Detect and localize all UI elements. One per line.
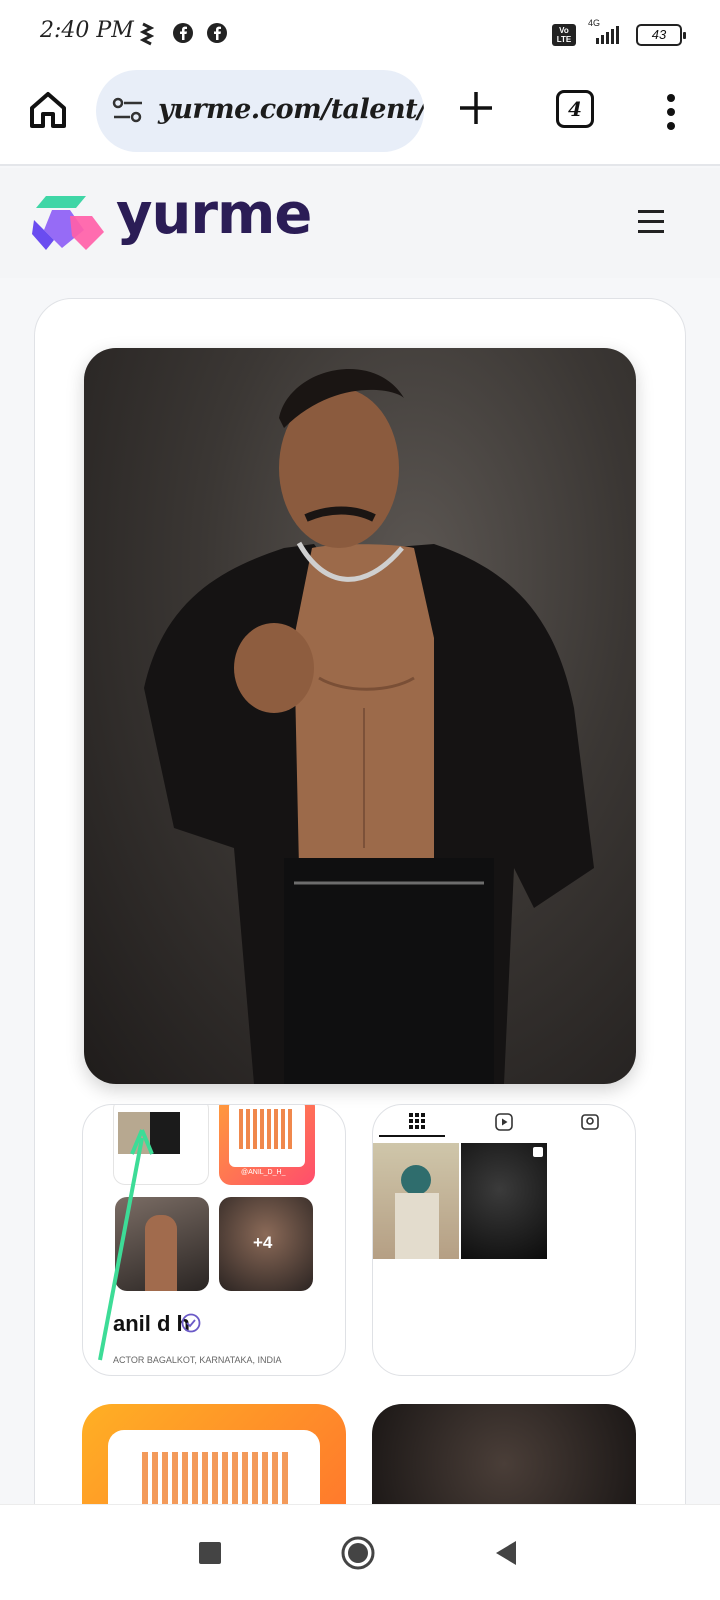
- menu-icon[interactable]: [638, 210, 664, 233]
- facebook-icon: [207, 23, 227, 43]
- tab-switcher-button[interactable]: 4: [556, 90, 594, 128]
- home-icon[interactable]: [26, 88, 70, 132]
- hero-figure: [144, 369, 594, 1084]
- blurred-photo-card[interactable]: [372, 1404, 636, 1504]
- social-feed-card[interactable]: [372, 1104, 636, 1376]
- hero-profile-photo[interactable]: [84, 348, 636, 1084]
- more-photos-count: +4: [253, 1233, 273, 1252]
- back-nav-icon[interactable]: [494, 1539, 518, 1567]
- status-bar: 2:40 PM Vo LTE 4G 43: [0, 0, 720, 66]
- url-text[interactable]: yurme.com/talent/an: [158, 94, 424, 125]
- browser-toolbar: yurme.com/talent/an 4: [0, 66, 720, 166]
- qr-handle-label: @ANIL_D_H_: [241, 1169, 286, 1176]
- more-vert-icon[interactable]: [660, 92, 682, 132]
- volte-badge: Vo LTE: [552, 24, 576, 46]
- annotation-arrow-icon: [98, 1129, 154, 1361]
- site-header: yurme: [0, 168, 720, 278]
- grid-icon[interactable]: [409, 1113, 425, 1129]
- address-bar[interactable]: yurme.com/talent/an: [96, 70, 424, 152]
- feed-photo-1[interactable]: [373, 1143, 459, 1259]
- notification-icon: [140, 22, 154, 46]
- android-nav-bar: [0, 1504, 720, 1600]
- verified-icon: [181, 1313, 201, 1333]
- reels-icon[interactable]: [495, 1113, 513, 1131]
- qr-code-card[interactable]: [82, 1404, 346, 1504]
- signal-icon: [596, 26, 619, 44]
- feed-photo-2[interactable]: [461, 1143, 547, 1259]
- square-nav-icon[interactable]: [198, 1541, 222, 1565]
- facebook-icon: [173, 23, 193, 43]
- plus-icon[interactable]: [456, 88, 496, 128]
- tune-icon[interactable]: [112, 96, 144, 124]
- status-time: 2:40 PM: [40, 18, 134, 43]
- brand-logo-text[interactable]: yurme: [116, 182, 312, 247]
- yurme-logo-icon[interactable]: [32, 190, 106, 254]
- qr-thumb[interactable]: @ANIL_D_H_: [219, 1105, 315, 1185]
- circle-nav-icon[interactable]: [340, 1535, 376, 1571]
- tagged-icon[interactable]: [581, 1113, 599, 1131]
- more-photos-thumb[interactable]: +4: [219, 1197, 313, 1291]
- battery-indicator: 43: [636, 24, 686, 46]
